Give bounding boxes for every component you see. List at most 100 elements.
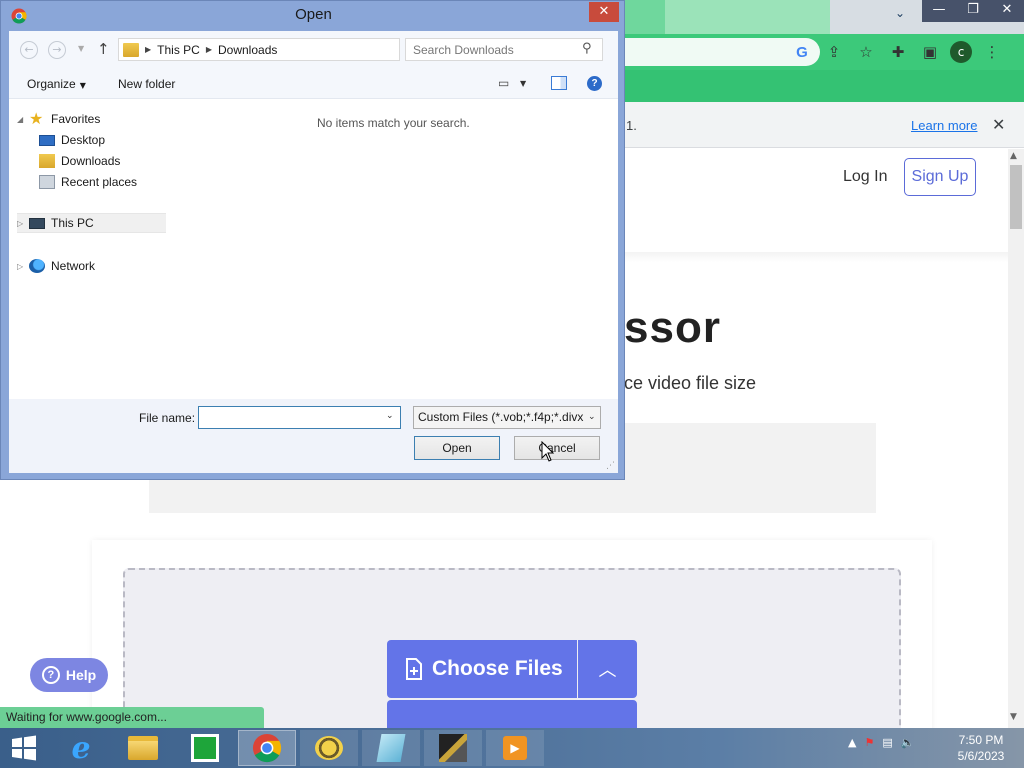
open-file-dialog: Open ✕ ← → ▼ ↑ ▶ This PC ▶ Downloads ⌄ ↻…	[0, 0, 625, 480]
taskbar-app-notepad[interactable]	[362, 730, 420, 766]
downloads-folder-icon	[123, 42, 139, 57]
view-options-chevron-icon[interactable]: ▼	[520, 79, 526, 88]
file-name-combo[interactable]: ⌄	[198, 406, 401, 429]
show-hidden-icons-icon[interactable]: ▲	[848, 736, 856, 749]
tree-item-this-pc[interactable]: ▷ This PC	[17, 213, 166, 233]
tree-label-desktop: Desktop	[61, 133, 106, 147]
taskbar-internet-explorer[interactable]: e	[52, 730, 110, 766]
profile-avatar[interactable]: c	[950, 41, 972, 63]
minimize-icon[interactable]: —	[922, 0, 956, 22]
tree-label-recent: Recent places	[61, 175, 138, 189]
browser-status-bubble: Waiting for www.google.com...	[0, 707, 264, 729]
infobar-close-icon[interactable]: ✕	[992, 115, 1005, 134]
upload-source-option[interactable]	[387, 700, 637, 728]
tree-item-network[interactable]: ▷ Network	[17, 256, 95, 276]
help-button[interactable]: ? Help	[30, 658, 108, 692]
tools-app-icon	[439, 734, 467, 762]
extensions-icon[interactable]: ✚	[886, 40, 910, 64]
taskbar-app-bee[interactable]	[300, 730, 358, 766]
scroll-thumb[interactable]	[1010, 165, 1022, 229]
taskbar-chrome[interactable]	[238, 730, 296, 766]
taskbar-store[interactable]	[176, 730, 234, 766]
internet-explorer-icon: e	[71, 730, 91, 766]
expanded-triangle-icon[interactable]: ◢	[17, 115, 29, 124]
tree-item-desktop[interactable]: Desktop	[39, 130, 105, 150]
address-bar[interactable]: ▶ This PC ▶ Downloads ⌄ ↻	[118, 38, 492, 61]
tab-strip-highlight	[625, 0, 665, 34]
action-center-flag-icon[interactable]: ⚑	[864, 736, 874, 749]
tab-search-chevron-icon[interactable]: ⌄	[895, 6, 905, 20]
page-subtitle: ce video file size	[624, 373, 757, 393]
tree-label-this-pc: This PC	[51, 216, 94, 230]
choose-files-label: Choose Files	[432, 657, 563, 680]
organize-label: Organize	[27, 77, 76, 91]
tree-label-downloads: Downloads	[61, 154, 121, 168]
restore-icon[interactable]: ❐	[956, 0, 990, 22]
breadcrumb-downloads[interactable]: Downloads	[218, 43, 277, 57]
dialog-nav-row: ← → ▼ ↑ ▶ This PC ▶ Downloads ⌄ ↻ ⚲	[9, 31, 618, 69]
dialog-bottom-bar: File name: ⌄ Custom Files (*.vob;*.f4p;*…	[9, 399, 618, 473]
clock-date: 5/6/2023	[957, 749, 1005, 763]
open-button[interactable]: Open	[414, 436, 500, 460]
clock-time: 7:50 PM	[958, 733, 1004, 747]
notepad-app-icon	[376, 734, 406, 762]
collapsed-triangle-icon[interactable]: ▷	[17, 219, 29, 228]
resize-grip-icon[interactable]: ⋰	[606, 461, 615, 471]
choose-files-chevron-icon[interactable]: ︿	[578, 640, 637, 698]
choose-files-button[interactable]: Choose Files	[387, 640, 577, 698]
search-input[interactable]	[406, 39, 576, 60]
share-icon[interactable]: ⇪	[822, 40, 846, 64]
scroll-up-arrow-icon[interactable]: ▲	[1010, 151, 1017, 161]
more-menu-icon[interactable]: ⋮	[980, 40, 1004, 64]
dialog-body: ← → ▼ ↑ ▶ This PC ▶ Downloads ⌄ ↻ ⚲ Orga…	[9, 31, 618, 473]
network-icon	[29, 259, 45, 273]
start-button[interactable]	[0, 730, 48, 766]
learn-more-link[interactable]: Learn more	[911, 118, 977, 133]
google-icon[interactable]: G	[790, 40, 814, 64]
collapsed-triangle-icon[interactable]: ▷	[17, 262, 29, 271]
video-player-icon: ▶	[503, 736, 527, 760]
windows-logo-icon	[12, 735, 36, 761]
tree-item-recent[interactable]: Recent places	[39, 172, 137, 192]
side-panel-icon[interactable]: ▣	[918, 40, 942, 64]
forward-arrow-icon[interactable]: →	[48, 41, 66, 59]
breadcrumb-this-pc[interactable]: This PC	[157, 43, 200, 57]
tree-item-favorites[interactable]: ◢ ★ Favorites	[17, 109, 100, 129]
bookmark-star-icon[interactable]: ☆	[854, 40, 878, 64]
chrome-icon	[252, 733, 282, 763]
login-link[interactable]: Log In	[843, 168, 887, 186]
help-icon[interactable]: ?	[587, 76, 602, 91]
file-type-chevron-icon: ⌄	[588, 407, 600, 428]
taskbar-clock[interactable]: 7:50 PM 5/6/2023	[950, 732, 1012, 764]
organize-button[interactable]: Organize ▼	[27, 77, 86, 91]
taskbar-file-explorer[interactable]	[114, 730, 172, 766]
network-status-icon[interactable]: ▤	[882, 736, 892, 749]
file-type-select[interactable]: Custom Files (*.vob;*.f4p;*.divx ⌄	[413, 406, 601, 429]
infobar-message: 1.	[626, 118, 637, 133]
search-box[interactable]: ⚲	[405, 38, 603, 61]
taskbar-app-video[interactable]: ▶	[486, 730, 544, 766]
volume-icon[interactable]: 🔈	[901, 736, 915, 749]
file-name-chevron-icon[interactable]: ⌄	[386, 411, 394, 421]
breadcrumb-separator-icon: ▶	[205, 45, 212, 54]
browser-tab[interactable]	[665, 0, 830, 34]
preview-pane-icon[interactable]	[551, 76, 567, 90]
change-view-icon[interactable]: ▭	[498, 76, 509, 90]
desktop-icon	[39, 134, 55, 146]
dialog-close-icon[interactable]: ✕	[589, 2, 619, 22]
page-scrollbar[interactable]	[1008, 149, 1024, 728]
close-window-icon[interactable]: ✕	[990, 0, 1024, 22]
cancel-button[interactable]: Cancel	[514, 436, 600, 460]
up-folder-arrow-icon[interactable]: ↑	[97, 40, 110, 58]
navigation-pane: ◢ ★ Favorites Desktop Downloads Recent p…	[9, 100, 166, 399]
new-folder-button[interactable]: New folder	[118, 77, 175, 91]
tree-label-network: Network	[51, 259, 96, 273]
taskbar-app-tools[interactable]	[424, 730, 482, 766]
search-icon[interactable]: ⚲	[582, 41, 592, 56]
recent-locations-chevron-icon[interactable]: ▼	[78, 44, 84, 53]
scroll-down-arrow-icon[interactable]: ▼	[1010, 712, 1017, 722]
signup-button[interactable]: Sign Up	[904, 158, 976, 196]
file-name-input[interactable]	[199, 407, 379, 428]
tree-item-downloads[interactable]: Downloads	[39, 151, 120, 171]
back-arrow-icon[interactable]: ←	[20, 41, 38, 59]
